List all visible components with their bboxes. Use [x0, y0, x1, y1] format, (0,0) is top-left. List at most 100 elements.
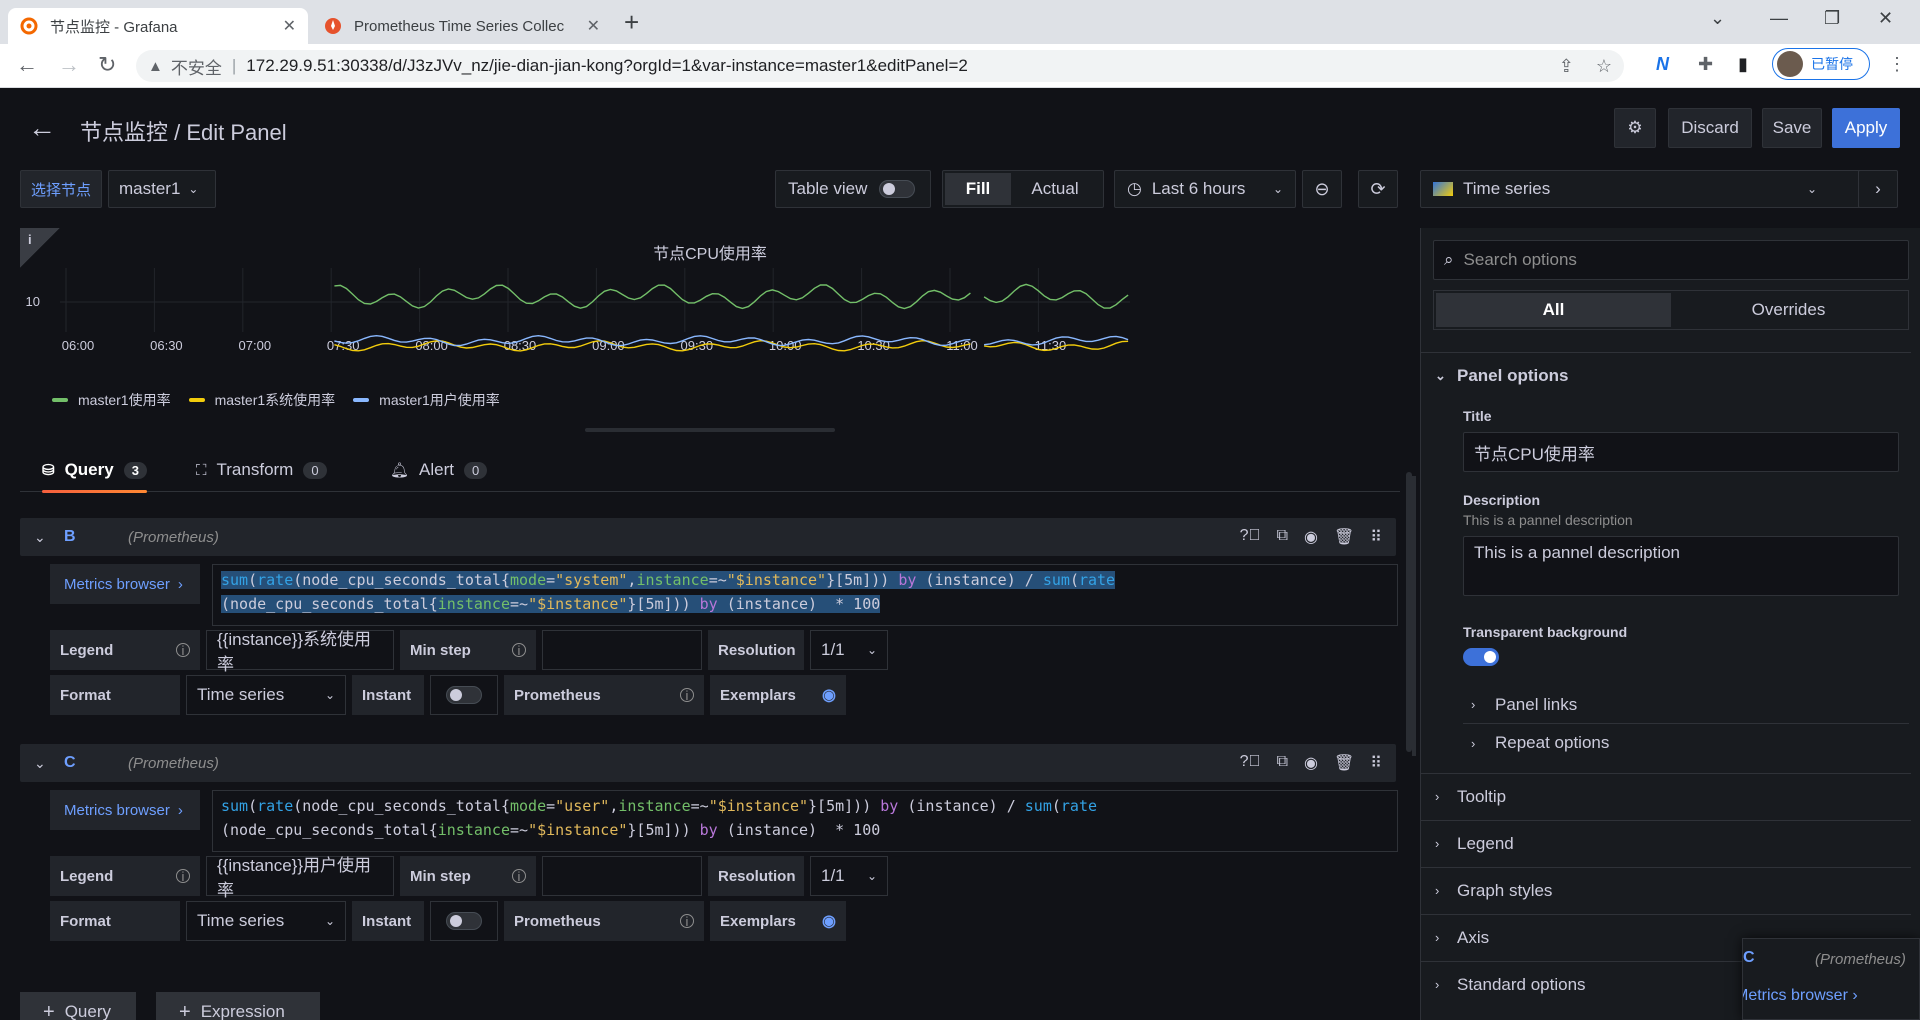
maximize-icon[interactable]: ❐ [1824, 8, 1840, 29]
new-tab-button[interactable]: + [624, 9, 639, 35]
duplicate-icon[interactable]: ⧉ [1277, 753, 1288, 773]
url-text[interactable]: 172.29.9.51:30338/d/J3zJVv_nz/jie-dian-j… [246, 56, 968, 76]
query-ref-id[interactable]: B [64, 528, 128, 546]
browser-tab-prometheus[interactable]: Prometheus Time Series Collec ✕ [312, 8, 612, 44]
exemplars-label[interactable]: Exemplars ◉ [710, 675, 846, 715]
chevron-down-icon[interactable]: ⌄ [34, 755, 64, 772]
table-view-switch[interactable] [879, 180, 916, 198]
resolution-select[interactable]: 1/1 ⌄ [810, 856, 888, 896]
legend-item[interactable]: master1用户使用率 [353, 390, 500, 410]
legend-item[interactable]: master1使用率 [52, 390, 171, 410]
chevron-down-icon[interactable]: ⌄ [34, 529, 64, 546]
drag-handle-icon[interactable]: ⠿ [1370, 527, 1382, 547]
exemplars-label[interactable]: Exemplars ◉ [710, 901, 846, 941]
visualization-picker[interactable]: Time series ⌄ [1420, 170, 1874, 208]
actual-option[interactable]: Actual [1011, 173, 1099, 205]
tab-alert[interactable]: 🔔︎ Alert 0 [390, 448, 488, 492]
table-view-toggle[interactable]: Table view [775, 170, 931, 208]
help-icon[interactable]: ?⃝ [1240, 527, 1261, 547]
add-expression-button[interactable]: + Expression [156, 992, 320, 1020]
search-options-input[interactable]: ⌕ Search options [1433, 240, 1909, 280]
format-select[interactable]: Time series ⌄ [186, 675, 346, 715]
browser-menu-icon[interactable]: ⋮ [1888, 54, 1906, 75]
close-tab-icon[interactable]: ✕ [587, 16, 600, 36]
eye-icon[interactable]: ◉ [822, 911, 836, 931]
refresh-button[interactable]: ⟳ [1358, 170, 1398, 208]
extension-n-icon[interactable]: N [1656, 54, 1669, 75]
query-expression-editor[interactable]: sum(rate(node_cpu_seconds_total{mode="us… [212, 790, 1398, 852]
info-icon[interactable]: i [512, 869, 526, 884]
section-legend[interactable]: › Legend [1421, 820, 1911, 866]
extensions-puzzle-icon[interactable]: ✚ [1698, 54, 1713, 75]
info-icon[interactable]: i [176, 869, 190, 884]
add-query-button[interactable]: + Query [20, 992, 136, 1020]
subsection-repeat-options[interactable]: › Repeat options [1463, 724, 1909, 762]
tab-overrides[interactable]: Overrides [1671, 293, 1906, 327]
format-select[interactable]: Time series ⌄ [186, 901, 346, 941]
close-window-icon[interactable]: ✕ [1878, 8, 1893, 29]
duplicate-icon[interactable]: ⧉ [1277, 527, 1288, 547]
omnibox[interactable]: ▲ 不安全 | 172.29.9.51:30338/d/J3zJVv_nz/ji… [136, 50, 1624, 82]
section-tooltip[interactable]: › Tooltip [1421, 773, 1911, 819]
forward-nav-icon[interactable]: → [58, 53, 80, 77]
zoom-out-button[interactable]: ⊖ [1302, 170, 1342, 208]
instant-switch[interactable] [446, 686, 482, 704]
share-icon[interactable]: ⇪ [1559, 56, 1574, 77]
trash-icon[interactable]: 🗑︎ [1334, 753, 1354, 773]
close-tab-icon[interactable]: ✕ [283, 16, 296, 36]
instant-toggle[interactable] [430, 675, 498, 715]
metrics-browser-button[interactable]: Metrics browser › [50, 564, 200, 604]
variable-select[interactable]: master1 ⌄ [108, 170, 216, 208]
legend-input[interactable]: {{instance}}系统使用率 [206, 630, 394, 674]
profile-button[interactable]: 已暂停 [1772, 48, 1870, 80]
transparent-switch[interactable] [1463, 648, 1499, 666]
tab-query[interactable]: ⛁ Query 3 [42, 448, 147, 493]
instant-switch[interactable] [446, 912, 482, 930]
help-icon[interactable]: ?⃝ [1240, 753, 1261, 773]
eye-icon[interactable]: ◉ [822, 685, 836, 705]
minimize-icon[interactable]: — [1770, 8, 1788, 29]
options-collapse-button[interactable]: › [1858, 170, 1898, 208]
bookmark-star-icon[interactable]: ☆ [1596, 56, 1612, 77]
apply-button[interactable]: Apply [1832, 108, 1900, 148]
section-graph-styles[interactable]: › Graph styles [1421, 867, 1911, 913]
resolution-select[interactable]: 1/1 ⌄ [810, 630, 888, 670]
back-arrow-icon[interactable]: ← [28, 114, 56, 142]
save-button[interactable]: Save [1762, 108, 1822, 148]
info-icon[interactable]: i [680, 914, 694, 929]
query-header[interactable]: ⌄ C (Prometheus) ?⃝ ⧉ ◉ 🗑︎ ⠿ [20, 744, 1396, 782]
tab-all[interactable]: All [1436, 293, 1671, 327]
title-input[interactable]: 节点CPU使用率 [1463, 432, 1899, 472]
drag-handle-icon[interactable]: ⠿ [1370, 753, 1382, 773]
info-icon[interactable]: i [680, 688, 694, 703]
back-nav-icon[interactable]: ← [16, 53, 38, 77]
tab-search-chevron-icon[interactable]: ⌄ [1710, 8, 1725, 29]
trash-icon[interactable]: 🗑︎ [1334, 527, 1354, 547]
info-icon[interactable]: i [512, 643, 526, 658]
metrics-browser-button[interactable]: Metrics browser › [50, 790, 200, 830]
time-range-picker[interactable]: ◷ Last 6 hours ⌄ [1114, 170, 1296, 208]
browser-tab-grafana[interactable]: 节点监控 - Grafana ✕ [8, 8, 308, 44]
tab-transform[interactable]: ⛶ Transform 0 [196, 448, 327, 492]
side-panel-icon[interactable]: ▮ [1738, 54, 1748, 75]
description-textarea[interactable]: This is a pannel description [1463, 536, 1899, 596]
info-icon[interactable]: i [176, 643, 190, 658]
settings-gear-button[interactable]: ⚙ [1614, 108, 1656, 148]
min-step-input[interactable] [542, 856, 702, 896]
eye-icon[interactable]: ◉ [1304, 527, 1318, 547]
query-expression-editor[interactable]: sum(rate(node_cpu_seconds_total{mode="sy… [212, 564, 1398, 626]
eye-icon[interactable]: ◉ [1304, 753, 1318, 773]
query-header[interactable]: ⌄ B (Prometheus) ?⃝ ⧉ ◉ 🗑︎ ⠿ [20, 518, 1396, 556]
instant-toggle[interactable] [430, 901, 498, 941]
legend-input[interactable]: {{instance}}用户使用率 [206, 856, 394, 900]
subsection-panel-links[interactable]: › Panel links [1463, 686, 1909, 724]
fill-option[interactable]: Fill [945, 173, 1011, 205]
legend-item[interactable]: master1系统使用率 [188, 390, 335, 410]
options-scrollbar[interactable] [1412, 476, 1416, 756]
section-panel-options[interactable]: ⌄ Panel options [1421, 352, 1911, 398]
query-ref-id[interactable]: C [64, 754, 128, 772]
panel-resize-splitter[interactable] [585, 428, 835, 432]
discard-button[interactable]: Discard [1668, 108, 1752, 148]
reload-icon[interactable]: ↻ [98, 53, 116, 77]
min-step-input[interactable] [542, 630, 702, 670]
